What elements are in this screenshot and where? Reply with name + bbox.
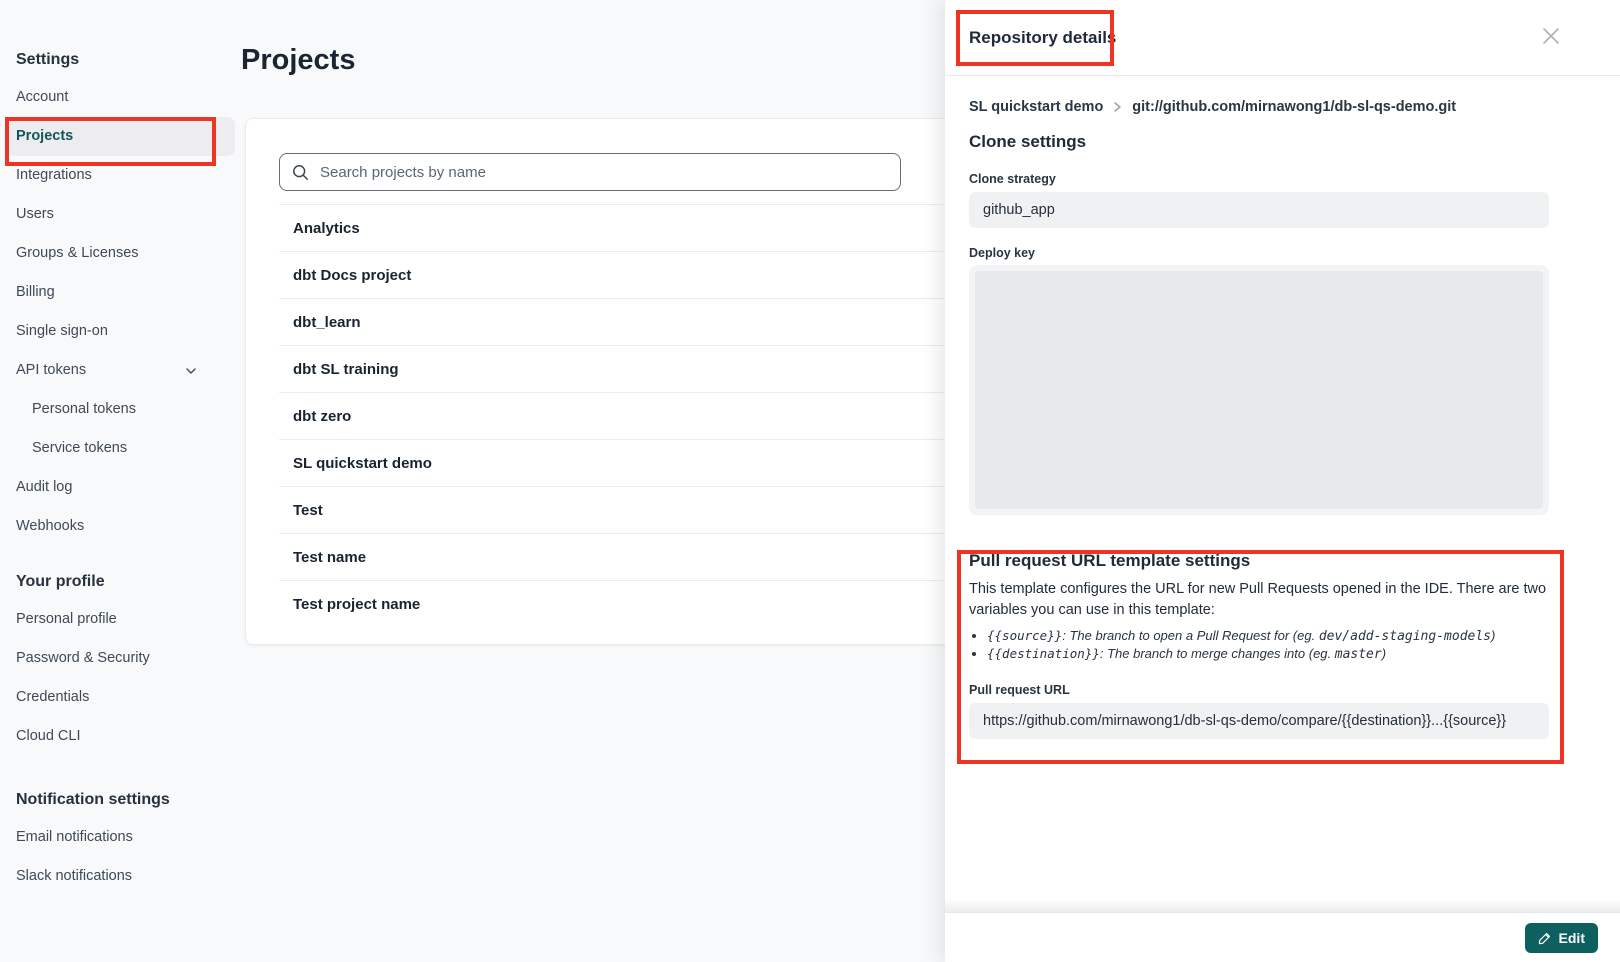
pull-request-template-section: Pull request URL template settings This …	[969, 551, 1596, 739]
sidebar-item-cloud-cli[interactable]: Cloud CLI	[0, 717, 235, 756]
project-list: Analytics dbt Docs project dbt_learn dbt…	[279, 204, 959, 628]
pencil-icon	[1538, 931, 1552, 945]
pr-template-heading: Pull request URL template settings	[969, 551, 1596, 571]
project-search[interactable]	[279, 153, 901, 191]
pull-request-url-value: https://github.com/mirnawong1/db-sl-qs-d…	[983, 713, 1506, 729]
sidebar-item-billing[interactable]: Billing	[0, 273, 235, 312]
chevron-right-icon	[1113, 101, 1122, 113]
pr-template-variables: {{source}}: The branch to open a Pull Re…	[969, 627, 1596, 663]
panel-title: Repository details	[969, 28, 1116, 48]
pull-request-url-field: https://github.com/mirnawong1/db-sl-qs-d…	[969, 703, 1549, 739]
breadcrumb-repo-url: git://github.com/mirnawong1/db-sl-qs-dem…	[1132, 99, 1456, 115]
project-row[interactable]: dbt Docs project	[279, 252, 959, 299]
sidebar-item-slack-notifications[interactable]: Slack notifications	[0, 857, 235, 896]
sidebar-item-webhooks[interactable]: Webhooks	[0, 507, 235, 546]
sidebar-item-audit-log[interactable]: Audit log	[0, 468, 235, 507]
project-row[interactable]: Test	[279, 487, 959, 534]
sidebar-section-settings: Settings	[0, 48, 235, 78]
pr-variable-destination: {{destination}}: The branch to merge cha…	[987, 645, 1596, 663]
search-icon	[292, 164, 309, 181]
deploy-key-field[interactable]	[969, 265, 1549, 515]
page-title: Projects	[241, 44, 355, 77]
sidebar-item-api-tokens[interactable]: API tokens	[0, 351, 235, 390]
panel-footer: Edit	[945, 912, 1620, 962]
project-row[interactable]: dbt_learn	[279, 299, 959, 346]
sidebar-section-notification-settings: Notification settings	[0, 788, 235, 818]
sidebar-item-personal-profile[interactable]: Personal profile	[0, 600, 235, 639]
project-row[interactable]: dbt zero	[279, 393, 959, 440]
sidebar-section-your-profile: Your profile	[0, 570, 235, 600]
settings-sidebar: Settings Account Projects Integrations U…	[0, 0, 235, 896]
sidebar-item-integrations[interactable]: Integrations	[0, 156, 235, 195]
sidebar-item-groups-licenses[interactable]: Groups & Licenses	[0, 234, 235, 273]
sidebar-item-password-security[interactable]: Password & Security	[0, 639, 235, 678]
sidebar-item-email-notifications[interactable]: Email notifications	[0, 818, 235, 857]
search-input[interactable]	[318, 163, 888, 182]
sidebar-item-account[interactable]: Account	[0, 78, 235, 117]
sidebar-item-projects[interactable]: Projects	[6, 117, 235, 156]
panel-body: SL quickstart demo git://github.com/mirn…	[945, 76, 1620, 739]
repository-details-panel: Repository details SL quickstart demo gi…	[945, 0, 1620, 962]
sidebar-spacer	[0, 756, 235, 788]
sidebar-item-single-sign-on[interactable]: Single sign-on	[0, 312, 235, 351]
pr-variable-source: {{source}}: The branch to open a Pull Re…	[987, 627, 1596, 645]
deploy-key-value	[975, 271, 1543, 509]
sidebar-item-service-tokens[interactable]: Service tokens	[0, 429, 235, 468]
pr-template-description: This template configures the URL for new…	[969, 579, 1567, 621]
project-row[interactable]: Test name	[279, 534, 959, 581]
sidebar-spacer	[0, 546, 235, 570]
project-row[interactable]: dbt SL training	[279, 346, 959, 393]
deploy-key-label: Deploy key	[969, 246, 1596, 260]
project-row[interactable]: SL quickstart demo	[279, 440, 959, 487]
clone-strategy-value: github_app	[983, 202, 1055, 218]
chevron-down-icon	[185, 365, 197, 377]
edit-button[interactable]: Edit	[1525, 923, 1598, 953]
project-row[interactable]: Analytics	[279, 205, 959, 252]
clone-strategy-field: github_app	[969, 192, 1549, 228]
pull-request-url-label: Pull request URL	[969, 683, 1596, 697]
clone-settings-heading: Clone settings	[969, 132, 1596, 152]
clone-strategy-label: Clone strategy	[969, 172, 1596, 186]
sidebar-item-users[interactable]: Users	[0, 195, 235, 234]
sidebar-item-credentials[interactable]: Credentials	[0, 678, 235, 717]
breadcrumb-project[interactable]: SL quickstart demo	[969, 99, 1103, 115]
projects-card: Analytics dbt Docs project dbt_learn dbt…	[245, 118, 960, 645]
breadcrumb: SL quickstart demo git://github.com/mirn…	[969, 98, 1596, 116]
project-row[interactable]: Test project name	[279, 581, 959, 628]
panel-header: Repository details	[945, 0, 1620, 76]
sidebar-item-personal-tokens[interactable]: Personal tokens	[0, 390, 235, 429]
close-icon[interactable]	[1540, 25, 1562, 47]
